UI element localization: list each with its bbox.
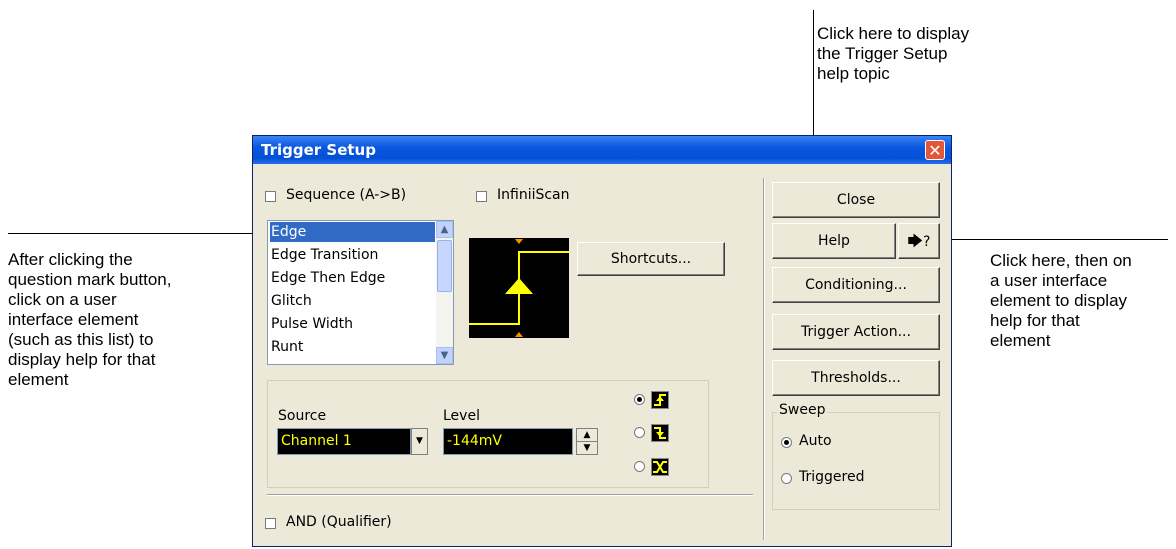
callout-list-help: After clicking the question mark button,… <box>8 250 172 389</box>
falling-edge-icon[interactable] <box>651 424 669 442</box>
level-field[interactable]: -144mV <box>443 428 573 455</box>
sweep-auto-radio[interactable] <box>781 437 792 448</box>
list-item[interactable]: Edge <box>270 222 435 242</box>
sweep-group <box>772 412 940 510</box>
callout-question-mark: Click here, then on a user interface ele… <box>990 251 1132 350</box>
title-bar[interactable]: Trigger Setup ✕ <box>253 136 951 164</box>
sweep-triggered-radio[interactable] <box>781 473 792 484</box>
rising-edge-radio[interactable] <box>634 394 645 405</box>
question-mark-label: ? <box>923 234 931 250</box>
pointer-icon: 🡆 <box>907 232 924 250</box>
list-scrollbar[interactable]: ▲ ▼ <box>436 221 453 364</box>
sequence-label: Sequence (A->B) <box>286 187 407 203</box>
dialog-title: Trigger Setup <box>261 141 376 159</box>
falling-edge-radio[interactable] <box>634 427 645 438</box>
trigger-action-button[interactable]: Trigger Action... <box>772 314 940 350</box>
level-label: Level <box>443 408 480 424</box>
edge-trigger-preview <box>469 238 569 338</box>
spin-up-icon[interactable]: ▲ <box>577 429 597 442</box>
list-item[interactable]: Glitch <box>270 291 312 311</box>
and-qualifier-label: AND (Qualifier) <box>286 514 392 530</box>
scroll-thumb[interactable] <box>437 240 452 292</box>
source-label: Source <box>278 408 327 424</box>
list-item[interactable]: Edge Transition <box>270 245 378 265</box>
qualifier-separator <box>267 494 753 496</box>
sweep-triggered-label: Triggered <box>799 469 865 485</box>
callout-help-topic: Click here to display the Trigger Setup … <box>817 24 970 83</box>
whats-this-button[interactable]: 🡆? <box>898 223 940 259</box>
list-item[interactable]: Runt <box>270 337 303 357</box>
sweep-auto-label: Auto <box>799 433 832 449</box>
conditioning-button[interactable]: Conditioning... <box>772 267 940 303</box>
and-qualifier-checkbox[interactable] <box>265 518 276 529</box>
scroll-down-icon[interactable]: ▼ <box>436 347 453 364</box>
list-item[interactable]: Edge Then Edge <box>270 268 385 288</box>
sequence-checkbox[interactable] <box>265 191 276 202</box>
shortcuts-button[interactable]: Shortcuts... <box>577 242 725 276</box>
trigger-type-list[interactable]: Edge Edge Transition Edge Then Edge Glitch P… <box>267 220 454 365</box>
trigger-setup-dialog: Trigger Setup ✕ Sequence (A->B) InfiniiS… <box>252 135 952 547</box>
close-window-icon[interactable]: ✕ <box>925 140 945 160</box>
level-spinner[interactable]: ▲ ▼ <box>576 428 598 455</box>
chevron-down-icon[interactable]: ▼ <box>411 428 428 455</box>
either-edge-radio[interactable] <box>634 461 645 472</box>
close-button[interactable]: Close <box>772 182 940 218</box>
source-dropdown[interactable]: Channel 1 <box>277 428 411 455</box>
leader-line-question <box>938 239 1168 240</box>
leader-line-list <box>8 233 266 234</box>
infiniiscan-checkbox[interactable] <box>476 191 487 202</box>
rising-edge-diagram-icon <box>469 239 569 337</box>
vertical-separator <box>763 178 765 540</box>
sweep-legend: Sweep <box>777 402 828 418</box>
infiniiscan-label: InfiniiScan <box>497 187 570 203</box>
either-edge-icon[interactable] <box>651 458 669 476</box>
rising-edge-icon[interactable] <box>651 391 669 409</box>
list-item[interactable]: Pulse Width <box>270 314 353 334</box>
spin-down-icon[interactable]: ▼ <box>577 442 597 454</box>
scroll-up-icon[interactable]: ▲ <box>436 221 453 238</box>
help-button[interactable]: Help <box>772 223 896 259</box>
thresholds-button[interactable]: Thresholds... <box>772 360 940 396</box>
